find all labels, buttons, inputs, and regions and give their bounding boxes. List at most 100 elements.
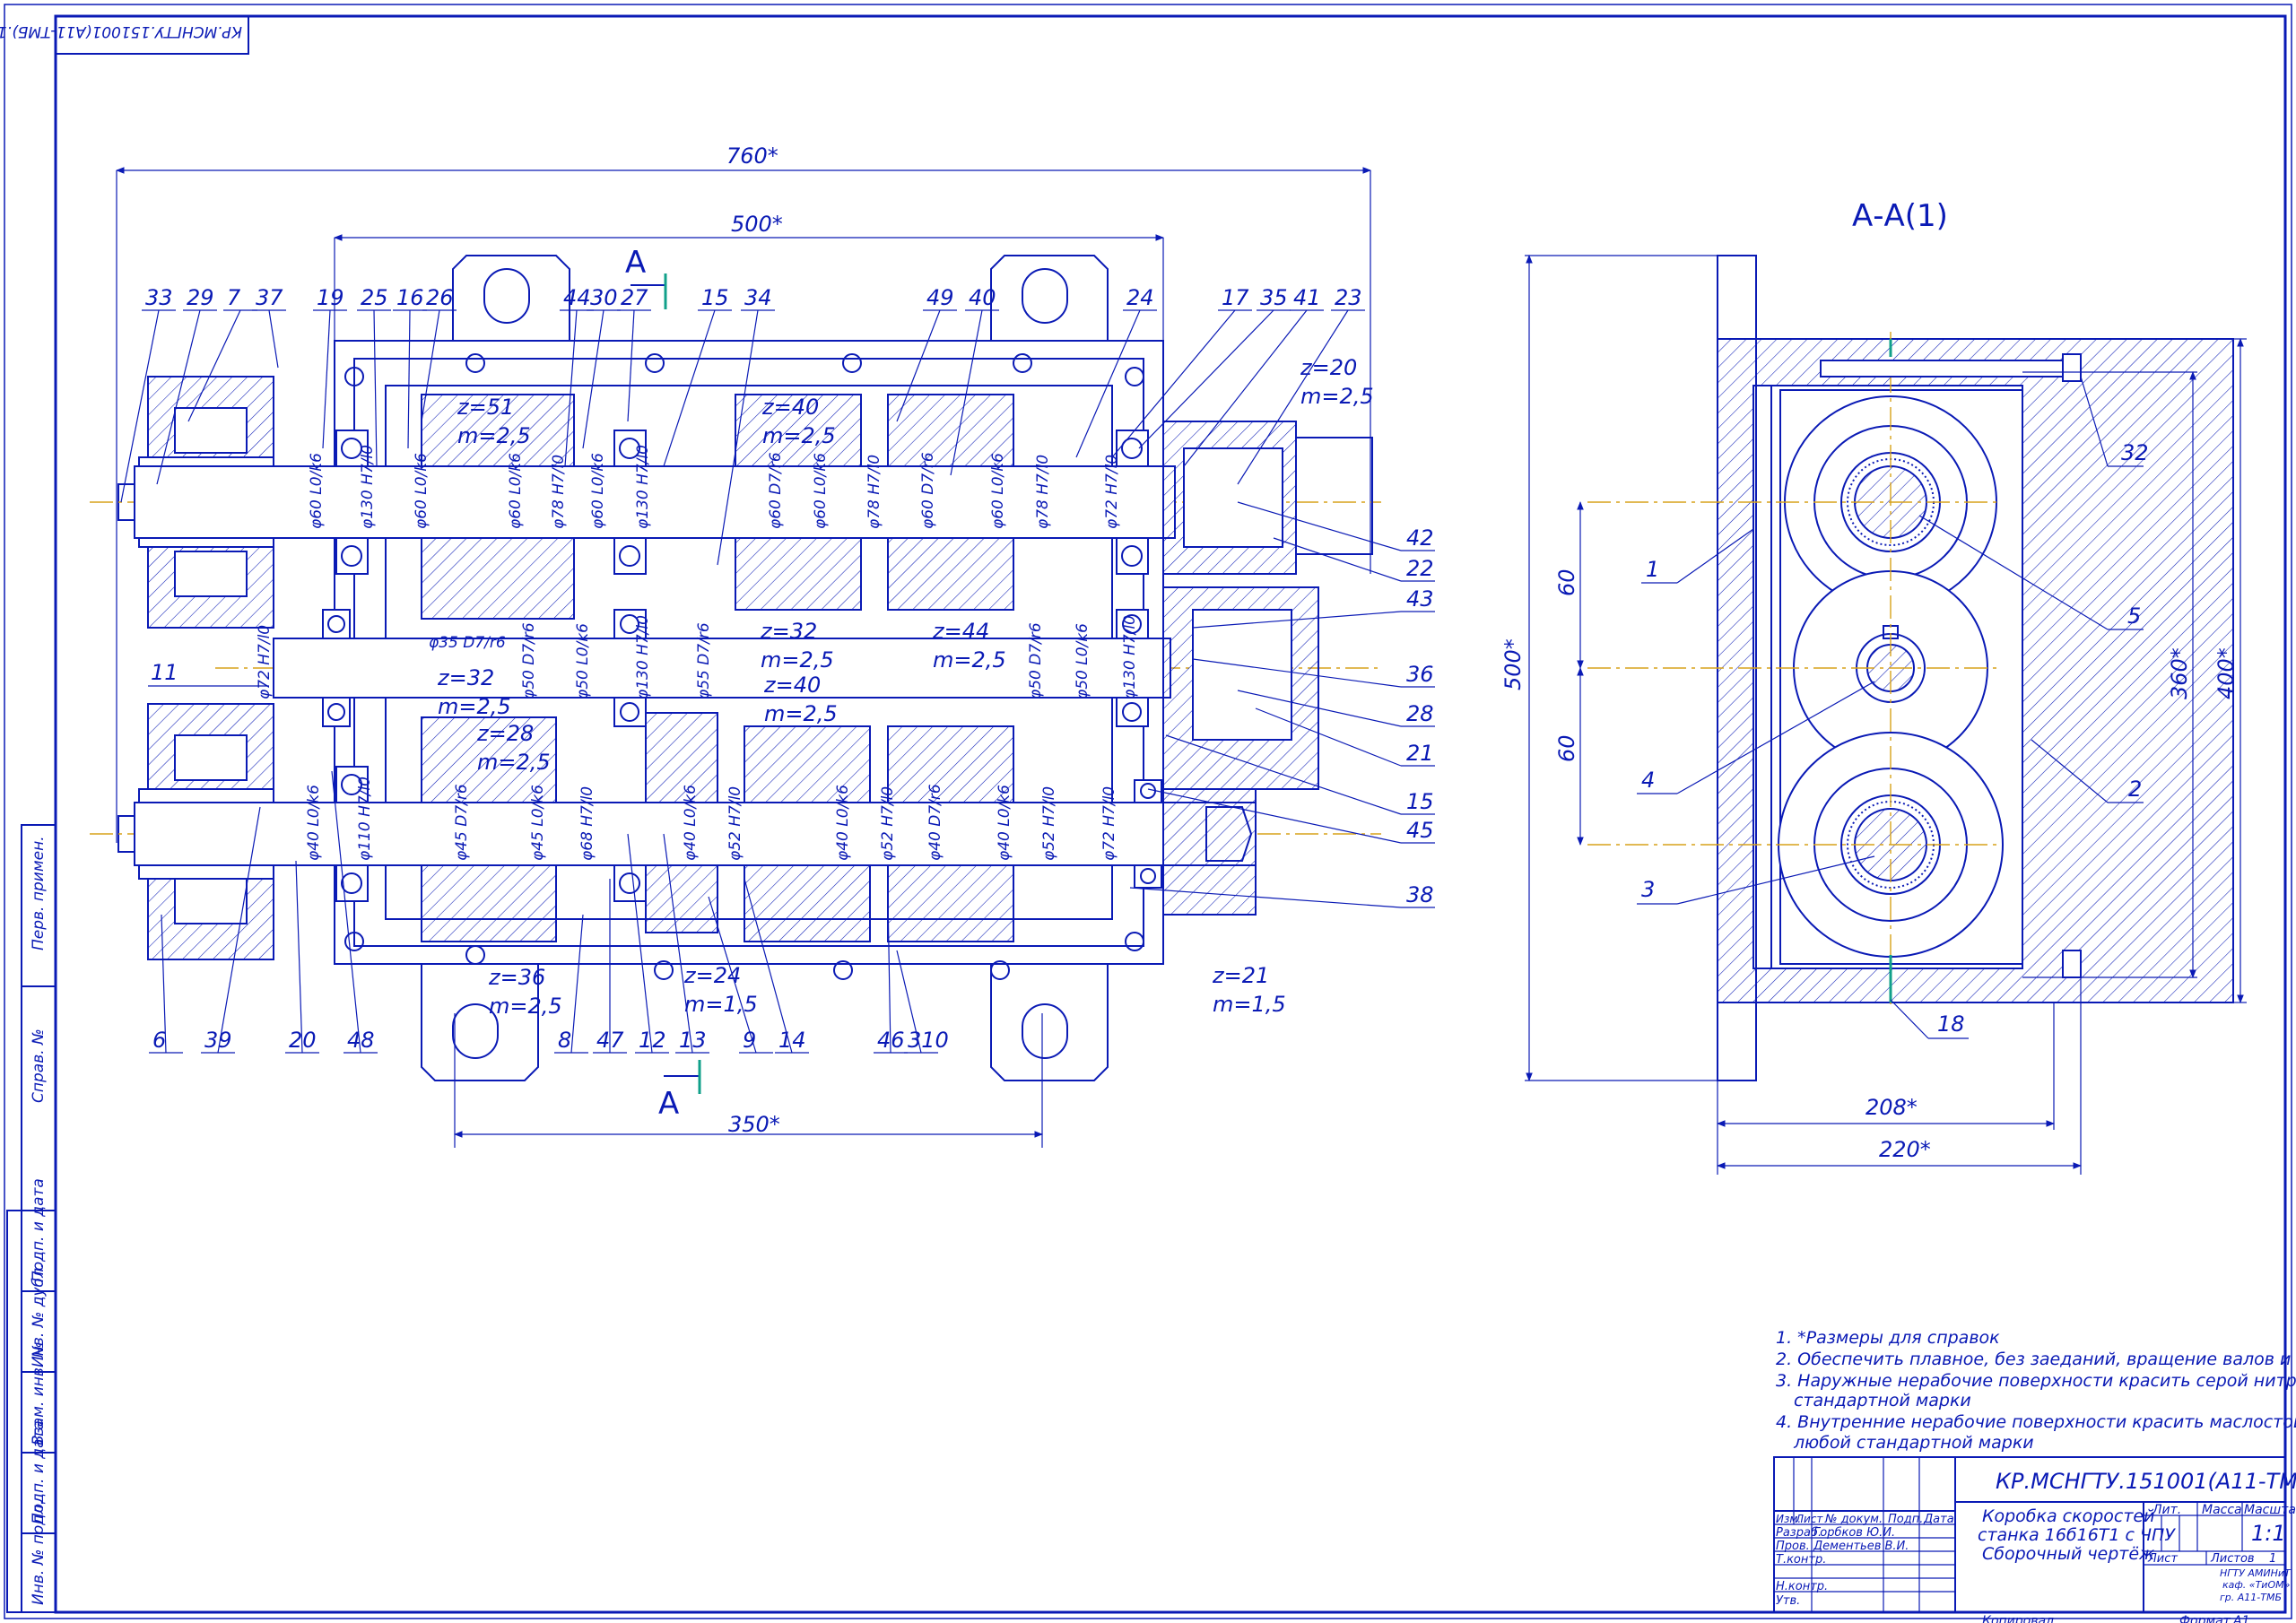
callout-number: 4: [1641, 768, 1655, 793]
callout-number: 46: [877, 1028, 905, 1053]
fit-label: φ40 L0/k6: [996, 785, 1013, 861]
fit-label: φ52 H7/l0: [879, 786, 897, 861]
fit-label: φ130 H7/l0: [634, 615, 652, 699]
gear-z: z=40: [761, 395, 819, 420]
callout-number: 24: [1126, 285, 1154, 310]
fit-label: φ40 D7/r6: [926, 784, 944, 861]
callout-number: 15: [701, 285, 729, 310]
callout-number: 47: [596, 1028, 624, 1053]
tb-kopiroval: Копировал: [1982, 1614, 2054, 1623]
side-label: Перв. примен.: [30, 836, 48, 950]
note-line: 4. Внутренние нерабочие поверхности крас…: [1776, 1412, 2296, 1432]
gear-m: m=2,5: [762, 423, 836, 448]
callout-number: 21: [1406, 741, 1434, 766]
gear-m: m=2,5: [457, 423, 531, 448]
note-line: стандартной марки: [1794, 1391, 1971, 1410]
main-view: 760* 500* 350* А А z=51 m=2,5 z=40 m=2,5…: [90, 143, 1435, 1148]
note-line: любой стандартной марки: [1793, 1433, 2034, 1453]
callout-number: 17: [1222, 285, 1249, 310]
fit-label: φ60 D7/r6: [919, 452, 937, 529]
section-view: А-А(1) 500* 60 60 360* 400* 208* 220* 1 …: [1500, 198, 2247, 1175]
tb-massa: Масса: [2202, 1503, 2242, 1517]
fit-label: φ130 H7/l0: [634, 445, 652, 529]
tb-format-val: А1: [2232, 1614, 2249, 1623]
callout-number: 41: [1293, 285, 1321, 310]
callout-number: 2: [2128, 777, 2142, 802]
callout-leader: [295, 860, 303, 1054]
callout-leader: [570, 914, 584, 1054]
note-line: 1. *Размеры для справок: [1776, 1328, 2000, 1348]
callout-number: 34: [744, 285, 772, 310]
callout-number: 20: [289, 1028, 317, 1053]
callout-number: 18: [1937, 1011, 1965, 1037]
callout-number: 19: [317, 285, 344, 310]
dim-overall: 760*: [726, 143, 778, 169]
section-title: А-А(1): [1852, 198, 1948, 234]
note-line: 2. Обеспечить плавное, без заеданий, вра…: [1776, 1350, 2296, 1369]
title-name: Сборочный чертёж: [1982, 1544, 2154, 1564]
gear-m: m=1,5: [1213, 992, 1286, 1017]
title-code: КР.МСНГТУ.151001(А11-ТМБ).14.00 СБ: [1996, 1469, 2296, 1494]
callout-number: 33: [145, 285, 173, 310]
right-housing: [1162, 421, 1373, 916]
callout-number: 49: [926, 285, 954, 310]
gear-z: z=51: [457, 395, 514, 420]
tb-row: Утв.: [1776, 1594, 1800, 1608]
tb-header: Дата: [1923, 1513, 1954, 1526]
gear-m: m=2,5: [1300, 384, 1374, 409]
note-line: 3. Наружные нерабочие поверхности красит…: [1776, 1371, 2296, 1391]
fit-label: φ45 D7/r6: [453, 784, 471, 861]
fit-label: φ72 H7/l0: [1103, 455, 1121, 529]
callout-number: 8: [558, 1028, 571, 1053]
callout-number: 48: [347, 1028, 375, 1053]
callout-number: 5: [2127, 603, 2141, 629]
fit-label: φ35 D7/r6: [429, 634, 506, 652]
callout-leader: [268, 309, 279, 369]
tb-header: Лист: [1795, 1513, 1823, 1525]
fit-label: φ50 D7/r6: [1027, 622, 1045, 699]
side-label: Инв. № подл.: [30, 1500, 48, 1605]
fit-label: φ78 H7/l0: [865, 455, 883, 529]
gear-m: m=2,5: [477, 750, 551, 775]
fit-label: φ50 L0/k6: [1074, 623, 1091, 699]
fit-label: φ110 H7/l0: [356, 777, 374, 861]
fit-label: φ60 L0/k6: [308, 453, 326, 529]
section-mark-top: А: [625, 245, 646, 281]
callout-number: 310: [908, 1028, 949, 1053]
fit-label: φ130 H7/l0: [359, 445, 377, 529]
fit-label: φ60 D7/r6: [767, 452, 785, 529]
callout-number: 25: [361, 285, 388, 310]
tb-sheets: Листов: [2210, 1552, 2255, 1566]
callout-number: 11: [151, 660, 178, 685]
tb-name: Дементьев В.И.: [1813, 1540, 1909, 1553]
callout-number: 6: [152, 1028, 166, 1053]
tb-format: Формат: [2179, 1614, 2231, 1623]
tb-sheets-count: 1: [2269, 1552, 2276, 1566]
gear-z: z=32: [760, 619, 817, 644]
dim-section-w208: 208*: [1866, 1095, 1918, 1120]
fit-label: φ40 L0/k6: [682, 785, 700, 861]
callout-number: 38: [1406, 882, 1434, 907]
gear-m: m=1,5: [684, 992, 758, 1017]
callout-number: 23: [1335, 285, 1362, 310]
gear-m: m=2,5: [761, 647, 834, 673]
gear-z: z=28: [476, 721, 534, 746]
tb-org: каф. «ТиОМ»: [2222, 1579, 2291, 1591]
fit-label: φ68 H7/l0: [578, 786, 596, 861]
technical-notes: 1. *Размеры для справок 2. Обеспечить пл…: [1776, 1328, 2296, 1453]
callout-number: 40: [969, 285, 996, 310]
dim-section-height: 500*: [1500, 638, 1526, 690]
callout-number: 39: [204, 1028, 232, 1053]
tb-scale: 1:1: [2251, 1521, 2286, 1546]
fit-label: φ45 L0/k6: [529, 785, 547, 861]
tb-name: Горбков Ю.И.: [1813, 1526, 1895, 1540]
callout-number: 36: [1406, 662, 1434, 687]
fit-label: φ78 H7/l0: [1034, 455, 1052, 529]
top-stamp-text: КР.МСНГТУ.151001(А11-ТМБ).14.00 СБ: [0, 22, 242, 40]
assembly-drawing-sheet: КР.МСНГТУ.151001(А11-ТМБ).14.00 СБ Перв.…: [0, 4, 2296, 1623]
tb-header: Подп.: [1888, 1513, 1923, 1526]
callout-number: 42: [1406, 525, 1434, 551]
tb-row: Н.контр.: [1776, 1580, 1828, 1593]
callout-number: 35: [1260, 285, 1288, 310]
dim-section-w220: 220*: [1879, 1137, 1931, 1162]
